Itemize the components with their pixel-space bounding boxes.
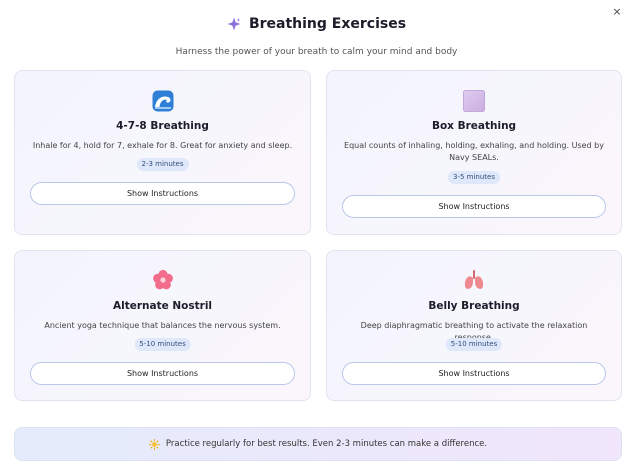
page-title: Breathing Exercises bbox=[248, 16, 407, 32]
duration-badge: 3-5 minutes bbox=[448, 171, 500, 184]
duration-badge: 5-10 minutes bbox=[445, 338, 503, 351]
exercise-card-alternate-nostril: Alternate Nostril Ancient yoga technique… bbox=[14, 250, 311, 401]
square-icon bbox=[463, 90, 485, 112]
card-title: Alternate Nostril bbox=[112, 300, 213, 312]
exercise-card-478: 4-7-8 Breathing Inhale for 4, hold for 7… bbox=[14, 70, 311, 235]
card-description: Inhale for 4, hold for 7, exhale for 8. … bbox=[32, 141, 293, 150]
lungs-icon bbox=[464, 270, 484, 289]
page-subtitle: Harness the power of your breath to calm… bbox=[175, 47, 458, 57]
tip-text: Practice regularly for best results. Eve… bbox=[165, 439, 488, 449]
duration-badge: 2-3 minutes bbox=[136, 158, 189, 171]
card-description: Ancient yoga technique that balances the… bbox=[44, 321, 281, 330]
flower-icon bbox=[152, 269, 173, 290]
practice-tip-banner: Practice regularly for best results. Eve… bbox=[14, 427, 622, 461]
breathing-exercises-panel: × Breathing Exercises Harness the power … bbox=[0, 0, 633, 473]
show-instructions-button[interactable]: Show Instructions bbox=[342, 362, 606, 385]
card-description: Equal counts of inhaling, holding, exhal… bbox=[344, 141, 604, 162]
card-title: Box Breathing bbox=[431, 120, 517, 132]
sparkle-icon bbox=[227, 17, 241, 31]
wave-icon bbox=[152, 90, 173, 112]
show-instructions-button[interactable]: Show Instructions bbox=[342, 195, 606, 218]
show-instructions-button[interactable]: Show Instructions bbox=[30, 182, 295, 205]
card-title: Belly Breathing bbox=[428, 300, 520, 312]
exercise-card-box: Box Breathing Equal counts of inhaling, … bbox=[326, 70, 622, 235]
card-title: 4-7-8 Breathing bbox=[116, 120, 209, 132]
duration-badge: 5-10 minutes bbox=[134, 338, 191, 351]
sun-icon bbox=[148, 438, 160, 450]
show-instructions-button[interactable]: Show Instructions bbox=[30, 362, 295, 385]
page-header: Breathing Exercises bbox=[0, 12, 633, 36]
exercise-card-belly: Belly Breathing Deep diaphragmatic breat… bbox=[326, 250, 622, 401]
